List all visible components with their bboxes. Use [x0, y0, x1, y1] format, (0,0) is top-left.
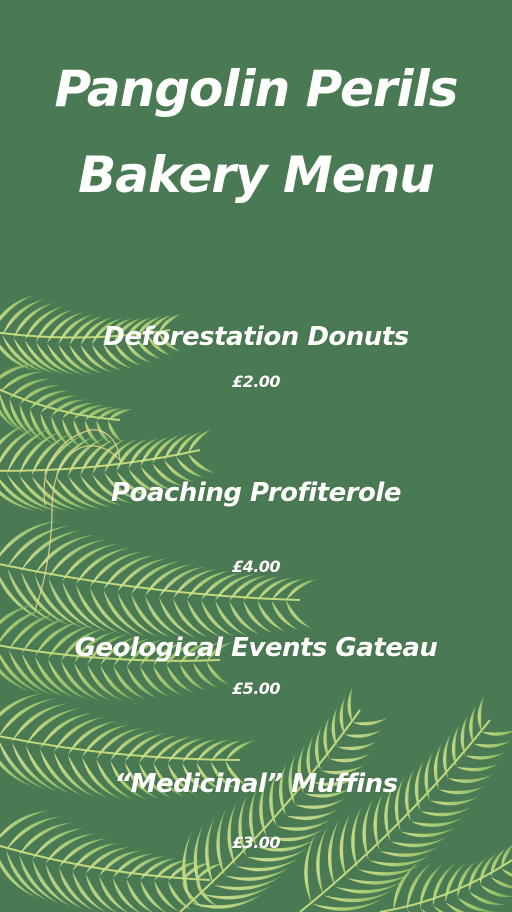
menu-item-price: £5.00 — [231, 679, 281, 698]
bakery-menu-poster: Pangolin Perils Bakery Menu Deforestatio… — [0, 0, 512, 912]
menu-item-price: £4.00 — [231, 557, 281, 576]
page-title-line-1: Pangolin Perils — [54, 60, 458, 118]
menu-item-name: Deforestation Donuts — [103, 322, 409, 352]
menu-item-price: £3.00 — [231, 833, 281, 852]
menu-item-name: Poaching Profiterole — [111, 478, 401, 508]
page-title-line-2: Bakery Menu — [78, 146, 435, 204]
menu-item-price: £2.00 — [231, 372, 281, 391]
menu-item-name: “Medicinal” Muffins — [114, 769, 398, 799]
menu-item-name: Geological Events Gateau — [74, 633, 438, 663]
